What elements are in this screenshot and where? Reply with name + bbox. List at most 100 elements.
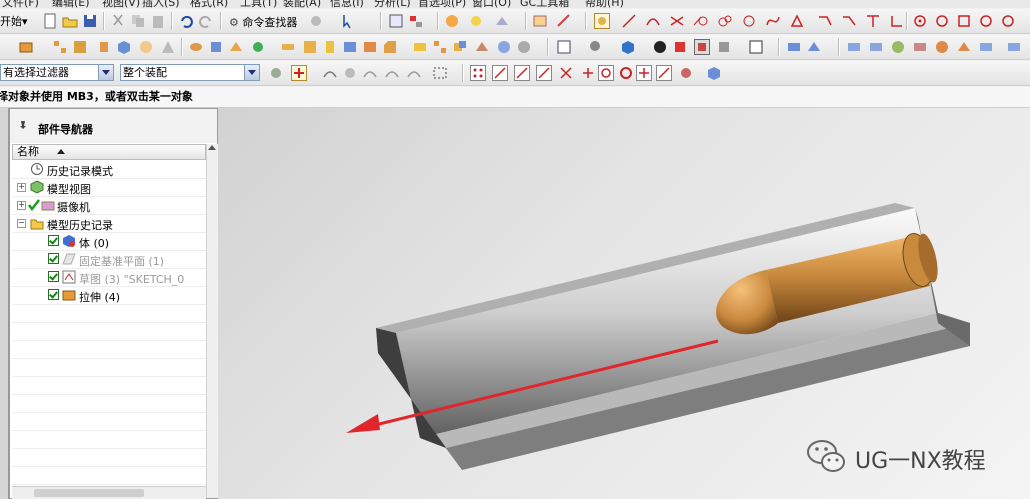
name-column-header[interactable]: 名称 [12,144,206,160]
background-icon[interactable] [748,39,764,55]
visibility-checkbox[interactable] [48,253,59,264]
cube-icon[interactable] [116,39,132,55]
feature-curve-icon[interactable] [322,65,338,81]
sew-icon[interactable] [516,39,532,55]
part-icon[interactable] [72,39,88,55]
thread-icon[interactable] [322,39,338,55]
menu-edit[interactable]: 编辑(E) [52,0,90,8]
curve-rule-icon[interactable] [384,65,400,81]
snap-on-surface-icon[interactable] [678,65,694,81]
selection-mode-icon[interactable] [594,13,610,29]
trim-icon[interactable] [865,13,881,29]
chamfer-feature-icon[interactable] [382,39,398,55]
snap-intersection-icon[interactable] [558,65,574,81]
menu-window[interactable]: 窗口(O) [472,0,511,8]
boss-icon[interactable] [208,39,224,55]
intersect-icon[interactable] [669,13,685,29]
split-icon[interactable] [978,39,994,55]
view-top-icon[interactable] [716,39,732,55]
menu-tools[interactable]: 工具(T) [240,0,277,8]
shell-icon[interactable] [342,39,358,55]
snap-center-icon[interactable] [934,13,950,29]
assembly-icon[interactable] [786,39,802,55]
filter-reset-icon[interactable] [268,65,284,81]
sphere-icon[interactable] [138,39,154,55]
collapse-icon[interactable]: − [17,219,26,228]
snap-quad-icon[interactable] [618,65,634,81]
tree-row-datum-plane[interactable]: 固定基准平面 (1) [12,251,206,269]
annotate-icon[interactable] [556,13,572,29]
groove-icon[interactable] [302,39,318,55]
undo-icon[interactable] [178,13,194,29]
blend-icon[interactable] [362,39,378,55]
cut-icon[interactable] [110,13,126,29]
snap-endpoint-icon[interactable] [492,65,508,81]
polygon-icon[interactable] [789,13,805,29]
component-icon[interactable] [806,39,822,55]
menu-analysis[interactable]: 分析(L) [374,0,411,8]
horizontal-scrollbar[interactable] [12,486,206,499]
offset-icon[interactable] [912,39,928,55]
edge-rule-icon[interactable] [362,65,378,81]
tree-row-camera[interactable]: + 摄像机 [12,197,206,215]
scroll-thumb[interactable] [34,489,144,497]
vertical-scrollbar[interactable] [206,144,218,498]
table-icon[interactable] [532,13,548,29]
hierarchy-icon[interactable] [52,39,68,55]
sheet-icon[interactable] [846,39,862,55]
visibility-checkbox[interactable] [48,271,59,282]
visibility-checkbox[interactable] [48,235,59,246]
circle-arc-icon[interactable] [717,13,733,29]
fillet-icon[interactable] [741,13,757,29]
menu-format[interactable]: 格式(R) [190,0,228,8]
new-file-icon[interactable] [42,13,58,29]
command-finder-button[interactable]: ⚙ 命令查找器 [229,14,297,30]
view-front-icon[interactable] [672,39,688,55]
snap-mid-icon[interactable] [978,13,994,29]
intersect-feature-icon[interactable] [496,39,512,55]
menu-view[interactable]: 视图(V) [102,0,140,8]
snap-bounded-icon[interactable] [706,65,722,81]
paste-icon[interactable] [150,13,166,29]
rectangle-select-icon[interactable] [432,65,448,81]
spline-icon[interactable] [765,13,781,29]
orient-icon[interactable] [494,13,510,29]
extend-icon[interactable] [889,13,905,29]
pin-icon[interactable] [18,120,28,135]
trim-body-icon[interactable] [956,39,972,55]
tree-row-model-views[interactable]: + 模型视图 [12,179,206,197]
gear-icon[interactable] [934,39,950,55]
snap-control-icon[interactable] [536,65,552,81]
render-style-icon[interactable] [652,39,668,55]
menu-file[interactable]: 文件(F) [2,0,39,8]
pocket-icon[interactable] [228,39,244,55]
tree-row-body[interactable]: 体 (0) [12,233,206,251]
zoom-icon[interactable] [588,39,604,55]
snap-on-curve-icon[interactable] [656,65,672,81]
menu-help[interactable]: 帮助(H) [585,0,624,8]
hole-icon[interactable] [188,39,204,55]
snap-circle-icon[interactable] [598,65,614,81]
save-icon[interactable] [82,13,98,29]
tangent-icon[interactable] [693,13,709,29]
graphics-window[interactable] [218,108,1030,499]
subtract-icon[interactable] [474,39,490,55]
corner-icon[interactable] [817,13,833,29]
patch-icon[interactable] [890,39,906,55]
tree-icon[interactable] [408,13,424,29]
menu-insert[interactable]: 插入(S) [142,0,180,8]
type-filter-dropdown[interactable]: 有选择过滤器 [0,64,114,81]
copy-icon[interactable] [130,13,146,29]
unite-icon[interactable] [452,39,468,55]
visibility-checkbox[interactable] [48,289,59,300]
menu-preferences[interactable]: 首选项(P) [418,0,466,8]
pad-icon[interactable] [250,39,266,55]
menu-info[interactable]: 信息(I) [330,0,364,8]
curve-icon[interactable] [645,13,661,29]
menu-assembly[interactable]: 装配(A) [283,0,321,8]
surface-icon[interactable] [868,39,884,55]
snap-midpoint-icon[interactable] [514,65,530,81]
tree-row-sketch[interactable]: 草图 (3) "SKETCH_0 [12,269,206,287]
menu-gc-toolbox[interactable]: GC工具箱 [520,0,569,8]
select-all-icon[interactable] [291,65,307,81]
